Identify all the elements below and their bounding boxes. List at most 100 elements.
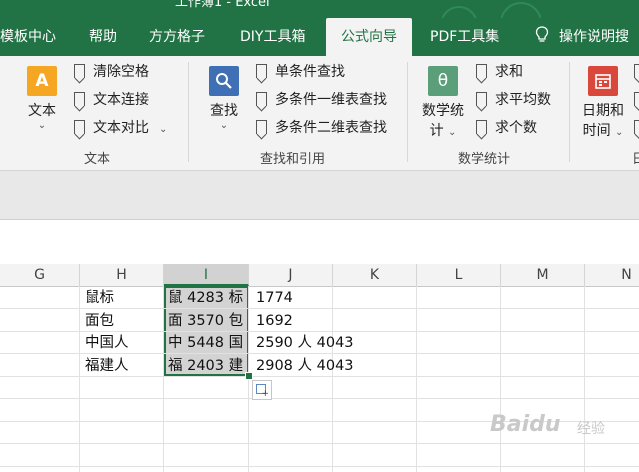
menu-item-label: 文本对比: [93, 120, 149, 136]
text-a-icon: A: [27, 66, 57, 96]
math-big-button-label-line2: 计 ⌄: [418, 120, 468, 140]
cell-h2[interactable]: 面包: [85, 310, 114, 332]
menu-item-label: 求平均数: [495, 92, 551, 108]
row-line: [0, 398, 639, 399]
baidu-watermark-suffix: 经验: [577, 421, 605, 437]
tab-fangfang-gezi[interactable]: 方方格子: [149, 18, 205, 56]
ribbon-tabs: 模板中心 帮助 方方格子 DIY工具箱 公式向导 PDF工具集 操作说明搜: [0, 18, 639, 56]
tab-template-center[interactable]: 模板中心: [0, 18, 56, 56]
menu-item-single-lookup[interactable]: 单条件查找: [256, 61, 345, 83]
col-line: [416, 286, 417, 472]
ribbon-collapse-area: [0, 171, 639, 220]
group-separator: [407, 62, 408, 162]
cell-h1[interactable]: 鼠标: [85, 287, 114, 309]
menu-item-partial[interactable]: [634, 117, 639, 139]
bookmark-icon: [634, 120, 639, 134]
tab-pdf-tools[interactable]: PDF工具集: [430, 18, 499, 56]
tab-formula-wizard[interactable]: 公式向导: [326, 18, 412, 56]
menu-item-average[interactable]: 求平均数: [476, 89, 551, 111]
date-big-button[interactable]: 日期和 时间 ⌄: [579, 66, 627, 140]
text-big-button-label: 文本: [28, 103, 56, 119]
bookmark-icon: [476, 120, 487, 134]
menu-item-count[interactable]: 求个数: [476, 117, 537, 139]
group-label-lookup: 查找和引用: [260, 152, 326, 167]
column-header-k[interactable]: K: [333, 264, 417, 286]
tab-tell-me[interactable]: 操作说明搜: [535, 18, 629, 56]
chevron-down-icon: ⌄: [219, 120, 229, 131]
column-header-n[interactable]: N: [585, 264, 639, 286]
tell-me-label: 操作说明搜: [559, 29, 629, 45]
chevron-down-icon: ⌄: [615, 127, 624, 138]
bookmark-icon: [74, 120, 85, 134]
column-header-l[interactable]: L: [417, 264, 501, 286]
cell-i4[interactable]: 福 2403 建: [168, 355, 249, 377]
group-label-text: 文本: [84, 152, 111, 167]
menu-item-multi-2d-lookup[interactable]: 多条件二维表查找: [256, 117, 387, 139]
lookup-big-button-label: 查找: [210, 103, 238, 119]
col-line: [500, 286, 501, 472]
bookmark-icon: [634, 64, 639, 78]
cell-j2[interactable]: 1692: [256, 310, 293, 332]
fill-handle[interactable]: [245, 372, 253, 380]
col-line: [79, 286, 80, 472]
menu-item-clear-spaces[interactable]: 清除空格: [74, 61, 149, 83]
column-header-g[interactable]: G: [0, 264, 80, 286]
bookmark-icon: [634, 92, 639, 106]
bookmark-icon: [256, 120, 267, 134]
cell-i1[interactable]: 鼠 4283 标: [168, 287, 249, 309]
column-header-i[interactable]: I: [164, 264, 249, 286]
title-decoration: [440, 6, 478, 18]
formula-bar[interactable]: [0, 220, 639, 265]
cell-i2[interactable]: 面 3570 包: [168, 310, 249, 332]
menu-item-label: 单条件查找: [275, 64, 345, 80]
group-separator: [569, 62, 570, 162]
menu-item-text-join[interactable]: 文本连接: [74, 89, 149, 111]
column-header-h[interactable]: H: [80, 264, 164, 286]
col-line: [332, 286, 333, 472]
menu-item-sum[interactable]: 求和: [476, 61, 523, 83]
bookmark-icon: [256, 92, 267, 106]
group-label-math: 数学统计: [458, 152, 511, 167]
menu-item-label: 文本连接: [93, 92, 149, 108]
bookmark-icon: [256, 64, 267, 78]
menu-item-multi-1d-lookup[interactable]: 多条件一维表查找: [256, 89, 387, 111]
menu-item-partial[interactable]: [634, 89, 639, 111]
date-big-button-label-line1: 日期和: [582, 103, 624, 119]
cell-i3[interactable]: 中 5448 国: [168, 332, 249, 354]
group-label-date-partial: 日: [632, 152, 639, 167]
text-big-button[interactable]: A 文本 ⌄: [22, 66, 62, 131]
column-header-m[interactable]: M: [501, 264, 585, 286]
window-title: 工作簿1 - Excel: [175, 0, 270, 10]
title-decoration: [500, 2, 542, 18]
col-line: [163, 286, 164, 472]
col-line: [584, 286, 585, 472]
menu-item-label: 多条件二维表查找: [275, 120, 387, 136]
cell-h4[interactable]: 福建人: [85, 355, 129, 377]
menu-item-text-compare[interactable]: 文本对比 ⌄: [74, 117, 167, 139]
math-big-button[interactable]: θ 数学统 计 ⌄: [418, 66, 468, 140]
lookup-big-button[interactable]: 查找 ⌄: [204, 66, 244, 131]
chevron-down-icon: ⌄: [448, 127, 457, 138]
bookmark-icon: [74, 92, 85, 106]
lightbulb-icon: [535, 26, 549, 42]
flash-fill-options-button[interactable]: +: [252, 380, 272, 400]
cell-j4[interactable]: 2908 人 4043: [256, 355, 354, 377]
group-separator: [188, 62, 189, 162]
cell-h3[interactable]: 中国人: [85, 332, 129, 354]
tab-help[interactable]: 帮助: [89, 18, 117, 56]
menu-item-partial[interactable]: [634, 61, 639, 83]
magnifier-icon: [209, 66, 239, 96]
column-header-row: G H I J K L M N: [0, 264, 639, 287]
cell-j1[interactable]: 1774: [256, 287, 293, 309]
row-line: [0, 466, 639, 467]
menu-item-label: 多条件一维表查找: [275, 92, 387, 108]
title-bar: 工作簿1 - Excel: [0, 0, 639, 18]
calendar-icon: [588, 66, 618, 96]
cell-j3[interactable]: 2590 人 4043: [256, 332, 354, 354]
menu-item-label: 清除空格: [93, 64, 149, 80]
column-header-j[interactable]: J: [249, 264, 333, 286]
row-line: [0, 443, 639, 444]
ribbon: A 文本 ⌄ 清除空格 文本连接 文本对比 ⌄ 文本 查找 ⌄ 单条件查找 多条件…: [0, 56, 639, 171]
tab-diy-toolbox[interactable]: DIY工具箱: [240, 18, 305, 56]
math-big-button-label-line1: 数学统: [422, 103, 464, 119]
